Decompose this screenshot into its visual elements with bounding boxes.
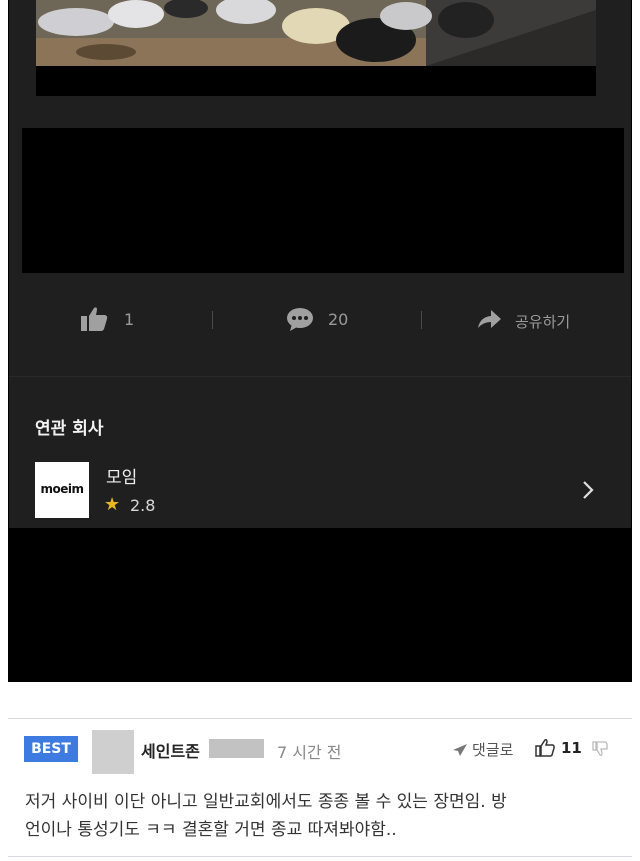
share-label[interactable]: 공유하기 bbox=[515, 311, 570, 332]
thumbs-up-icon[interactable] bbox=[80, 306, 108, 336]
like-count: 1 bbox=[124, 310, 135, 329]
action-divider bbox=[212, 311, 213, 329]
comment-divider-bottom bbox=[8, 856, 632, 857]
comment-bubble-icon[interactable] bbox=[286, 308, 314, 336]
username-redaction bbox=[209, 739, 264, 758]
chevron-right-icon[interactable] bbox=[580, 478, 596, 506]
company-name[interactable]: 모임 bbox=[106, 463, 137, 488]
comment-count: 20 bbox=[328, 310, 349, 329]
comment-divider-top bbox=[8, 718, 632, 719]
reply-arrow-icon[interactable] bbox=[452, 742, 468, 761]
thumbs-up-outline-icon[interactable] bbox=[535, 739, 555, 761]
comment-line: 저거 사이비 이단 아니고 일반교회에서도 종종 볼 수 있는 장면임. 방 bbox=[25, 792, 507, 812]
photo-caption-bar bbox=[36, 66, 596, 96]
post-photo bbox=[36, 0, 596, 66]
avatar[interactable] bbox=[92, 730, 134, 774]
comment-like-count: 11 bbox=[561, 739, 582, 757]
comment-time: 7 시간 전 bbox=[277, 743, 342, 762]
reply-button[interactable]: 댓글로 bbox=[472, 739, 513, 760]
company-rating: 2.8 bbox=[130, 496, 156, 515]
comment-line: 언이나 통성기도 ㅋㅋ 결혼할 거면 종교 따져봐야함.. bbox=[25, 820, 397, 840]
comment-body: 저거 사이비 이단 아니고 일반교회에서도 종종 볼 수 있는 장면임. 방 언… bbox=[25, 788, 629, 844]
action-divider bbox=[421, 311, 422, 329]
best-badge: BEST bbox=[24, 736, 78, 762]
video-placeholder[interactable] bbox=[22, 128, 624, 273]
thumbs-down-outline-icon[interactable] bbox=[592, 741, 608, 761]
comment-username[interactable]: 세인트존 bbox=[141, 738, 200, 762]
company-logo-text: moeim bbox=[40, 482, 84, 496]
star-icon: ★ bbox=[104, 494, 121, 515]
company-logo[interactable]: moeim bbox=[35, 462, 89, 518]
share-arrow-icon[interactable] bbox=[476, 308, 502, 334]
related-company-title: 연관 회사 bbox=[35, 419, 104, 439]
section-divider bbox=[9, 376, 631, 377]
